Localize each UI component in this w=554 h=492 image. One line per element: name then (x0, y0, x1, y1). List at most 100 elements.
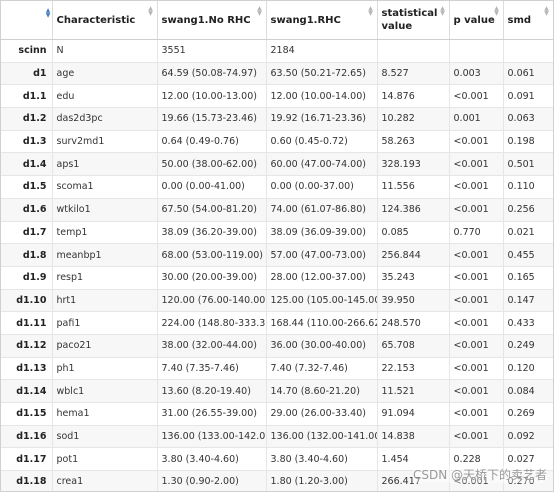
sort-icon[interactable]: ▲ ▼ (440, 6, 446, 17)
column-header-rhc[interactable]: swang1.RHC ▲ ▼ (266, 1, 378, 40)
table-cell: <0.001 (449, 198, 504, 222)
column-header-statistical-value[interactable]: statistical value ▲ ▼ (377, 1, 450, 40)
table-cell: 1.30 (0.90-2.00) (157, 470, 267, 491)
table-cell: age (52, 62, 158, 86)
table-cell: 0.64 (0.49-0.76) (157, 130, 267, 154)
table-row: d1.14 wblc1 13.60 (8.20-19.40) 14.70 (8.60-… (1, 379, 553, 403)
table-cell: 3.80 (3.40-4.60) (157, 447, 267, 472)
table-cell: 0.433 (503, 311, 553, 335)
table-cell: <0.001 (449, 379, 504, 403)
table-cell: 0.021 (503, 221, 553, 245)
table-cell: 57.00 (47.00-73.00) (266, 243, 378, 267)
row-name-cell: d1.15 (1, 402, 53, 426)
table-cell: <0.001 (449, 266, 504, 290)
table-cell: 328.193 (377, 152, 450, 177)
table-row: d1.12 paco21 38.00 (32.00-44.00) 36.00 (30.… (1, 334, 553, 358)
table-cell: 38.09 (36.09-39.00) (266, 221, 378, 245)
table-row: d1.6 wtkilo1 67.50 (54.00-81.20) 74.00 (61.… (1, 198, 553, 222)
table-cell: 12.00 (10.00-14.00) (266, 84, 378, 109)
table-cell: 0.110 (503, 175, 553, 199)
table-cell: 3.80 (3.40-4.60) (266, 447, 378, 472)
table-cell: 0.256 (503, 198, 553, 222)
sort-icon[interactable]: ▲ ▼ (257, 6, 263, 17)
row-name-cell: d1.11 (1, 311, 53, 335)
column-header-label: swang1.RHC (270, 14, 341, 26)
table-cell: N (52, 39, 158, 63)
table-cell: 7.40 (7.32-7.46) (266, 357, 378, 381)
table-cell: 10.282 (377, 107, 450, 131)
table-cell: 0.061 (503, 62, 553, 86)
table-cell: 0.269 (503, 402, 553, 426)
table-cell: scoma1 (52, 175, 158, 199)
table-cell: ph1 (52, 357, 158, 381)
table-cell: 0.085 (377, 221, 450, 245)
table-cell: <0.001 (449, 243, 504, 267)
table-cell: 0.455 (503, 243, 553, 267)
table-cell: 0.003 (449, 62, 504, 86)
table-cell: hrt1 (52, 289, 158, 313)
table-cell: 0.501 (503, 152, 553, 177)
table-cell: 60.00 (47.00-74.00) (266, 152, 378, 177)
table-cell: 74.00 (61.07-86.80) (266, 198, 378, 222)
row-name-cell: d1 (1, 62, 53, 86)
table-cell: temp1 (52, 221, 158, 245)
sort-icon[interactable]: ▲ ▼ (368, 6, 374, 17)
table-cell: 11.556 (377, 175, 450, 199)
table-cell: 50.00 (38.00-62.00) (157, 152, 267, 177)
column-header-p-value[interactable]: p value ▲ ▼ (449, 1, 504, 40)
table-row: d1.1 edu 12.00 (10.00-13.00) 12.00 (10.00-1… (1, 84, 553, 109)
table-row: d1.10 hrt1 120.00 (76.00-140.00) 125.00 (10… (1, 289, 553, 313)
table-cell: <0.001 (449, 402, 504, 426)
table-row: d1.7 temp1 38.09 (36.20-39.00) 38.09 (36.09… (1, 221, 553, 245)
row-name-cell: d1.13 (1, 357, 53, 381)
table-row: d1.2 das2d3pc 19.66 (15.73-23.46) 19.92 (16… (1, 107, 553, 131)
sort-icon[interactable]: ▲ ▼ (148, 6, 154, 17)
table-cell: 65.708 (377, 334, 450, 358)
table-row: scinn N 3551 2184 (1, 39, 553, 63)
column-header-characteristic[interactable]: Characteristic ▲ ▼ (52, 1, 158, 40)
table-cell (503, 39, 553, 63)
column-header-rownames[interactable]: ▲ ▼ (1, 1, 53, 40)
row-name-cell: d1.17 (1, 447, 53, 472)
table-cell: 19.66 (15.73-23.46) (157, 107, 267, 131)
watermark: CSDN @天桥下的卖艺者 (412, 466, 547, 483)
row-name-cell: d1.7 (1, 221, 53, 245)
table-cell: 8.527 (377, 62, 450, 86)
table-cell: 0.198 (503, 130, 553, 154)
column-header-no-rhc[interactable]: swang1.No RHC ▲ ▼ (157, 1, 267, 40)
row-name-cell: d1.1 (1, 84, 53, 109)
table-cell: 31.00 (26.55-39.00) (157, 402, 267, 426)
table-cell: 36.00 (30.00-40.00) (266, 334, 378, 358)
table-row: d1.3 surv2md1 0.64 (0.49-0.76) 0.60 (0.45-0… (1, 130, 553, 154)
table-cell: 136.00 (133.00-142.00) (157, 425, 267, 449)
table-cell: crea1 (52, 470, 158, 491)
table-cell: <0.001 (449, 175, 504, 199)
table-cell: 29.00 (26.00-33.40) (266, 402, 378, 426)
table-cell: <0.001 (449, 84, 504, 109)
table-body: scinn N 3551 2184 d1 age 64.59 (50.08-74.97) 63… (1, 39, 553, 491)
sort-icon[interactable]: ▲ ▼ (544, 6, 550, 17)
column-header-label: smd (507, 14, 532, 26)
table-cell: 248.570 (377, 311, 450, 335)
table-cell: 0.063 (503, 107, 553, 131)
table-cell: wtkilo1 (52, 198, 158, 222)
sort-icon[interactable]: ▲ ▼ (494, 6, 500, 17)
table-cell: pot1 (52, 447, 158, 472)
table-cell: 0.091 (503, 84, 553, 109)
header-row: ▲ ▼ Characteristic ▲ ▼ swang1.No RHC ▲ ▼ sw… (1, 1, 553, 40)
table-cell: 39.950 (377, 289, 450, 313)
column-header-smd[interactable]: smd ▲ ▼ (503, 1, 553, 40)
table-cell: 2184 (266, 39, 378, 63)
row-name-cell: d1.2 (1, 107, 53, 131)
table-row: d1.9 resp1 30.00 (20.00-39.00) 28.00 (12.00… (1, 266, 553, 290)
table-cell: 168.44 (110.00-266.62) (266, 311, 378, 335)
table-cell: <0.001 (449, 152, 504, 177)
row-name-cell: d1.14 (1, 379, 53, 403)
table-cell: 38.00 (32.00-44.00) (157, 334, 267, 358)
table-cell: 136.00 (132.00-141.00) (266, 425, 378, 449)
row-name-cell: d1.9 (1, 266, 53, 290)
table-row: d1.5 scoma1 0.00 (0.00-41.00) 0.00 (0.00-37… (1, 175, 553, 199)
sort-icon[interactable]: ▲ ▼ (45, 8, 51, 19)
table-cell: das2d3pc (52, 107, 158, 131)
column-header-label: p value (453, 14, 495, 26)
